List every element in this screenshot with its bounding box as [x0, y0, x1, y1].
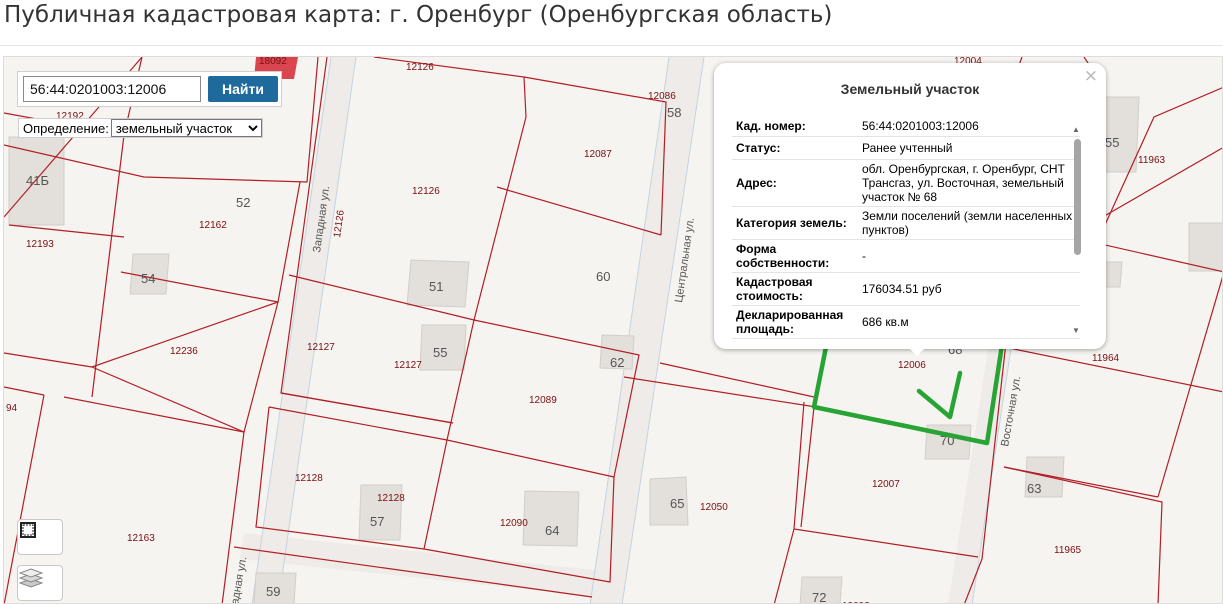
search-panel: Найти	[17, 71, 282, 107]
attr-value: Ранее учтенный	[858, 136, 1080, 160]
house-number: 41Б	[26, 173, 49, 188]
definition-row: Определение: земельный участок	[18, 118, 263, 138]
street-label: адная ул.	[229, 556, 249, 604]
attr-key: Адрес:	[732, 159, 858, 207]
parcel-label: 12128	[377, 493, 405, 504]
parcel-label: 12086	[648, 91, 676, 102]
attr-key: Декларированная площадь:	[732, 305, 858, 339]
parcel-label: 12050	[700, 502, 728, 513]
parcel-label: 11963	[1138, 155, 1166, 166]
attr-key: Статус:	[732, 136, 858, 160]
attr-key: Форма собственности:	[732, 239, 858, 273]
parcel-label: 12089	[529, 395, 557, 406]
parcel-attributes-table: Кад. номер: 56:44:0201003:12006 Статус: …	[732, 116, 1080, 339]
attr-value: -	[858, 239, 1080, 273]
house-number: 59	[266, 584, 280, 599]
house-number: 60	[596, 269, 610, 284]
layers-icon	[18, 568, 44, 588]
attr-value: 686 кв.м	[858, 305, 1080, 339]
popup-pointer	[906, 345, 928, 356]
definition-select[interactable]: земельный участок	[110, 119, 262, 137]
attr-value: обл. Оренбургская, г. Оренбург, СНТ Тран…	[858, 159, 1080, 207]
table-row: Адрес: обл. Оренбургская, г. Оренбург, С…	[732, 159, 1080, 207]
parcel-label: 12163	[127, 533, 155, 544]
parcel-label: 12127	[394, 360, 422, 371]
highlight-arrow	[916, 370, 963, 420]
house-number: 65	[670, 496, 684, 511]
attr-key: Кад. номер:	[732, 116, 858, 137]
parcel-label: 12006	[898, 360, 926, 371]
layers-button[interactable]	[17, 565, 63, 601]
parcel-label: 18092	[259, 57, 287, 67]
parcel-label: 12090	[500, 518, 528, 529]
house-number: 51	[429, 279, 443, 294]
scroll-up-icon[interactable]: ▲	[1072, 125, 1080, 134]
house-number: 58	[667, 105, 681, 120]
house-number: 72	[812, 590, 826, 604]
street-zapadnaya	[252, 57, 356, 603]
table-row: Декларированная площадь: 686 кв.м	[732, 305, 1080, 339]
title-divider	[0, 45, 1223, 46]
house-number: 63	[1027, 481, 1041, 496]
popup-title: Земельный участок	[840, 81, 980, 97]
parcel-label: 12087	[584, 149, 612, 160]
map-canvas[interactable]: 12192 12126 12086 12087 12126 12193 1216…	[3, 56, 1223, 604]
attr-value: 176034.51 руб	[858, 272, 1080, 306]
parcel-label: 12126	[406, 62, 434, 73]
cadastral-search-input[interactable]	[23, 76, 201, 102]
parcel-label: 12128	[295, 473, 323, 484]
attr-value: Земли поселений (земли населенных пункто…	[858, 206, 1080, 240]
table-row: Форма собственности: -	[732, 239, 1080, 273]
popup-scrollbar[interactable]: ▲ ▼	[1072, 125, 1082, 335]
table-row: Статус: Ранее учтенный	[732, 136, 1080, 160]
house-number: 62	[610, 355, 624, 370]
parcel-label: 12162	[199, 220, 227, 231]
definition-label: Определение:	[23, 120, 109, 136]
parcel-label: 11964	[1092, 353, 1120, 364]
table-row: Кадастровая стоимость: 176034.51 руб	[732, 272, 1080, 306]
parcel-label: 12193	[26, 239, 54, 250]
scroll-down-icon[interactable]: ▼	[1072, 326, 1080, 335]
house-number: 64	[545, 523, 559, 538]
scrollbar-thumb[interactable]	[1074, 139, 1081, 255]
parcel-label: 94	[6, 403, 18, 414]
house-number: 57	[370, 514, 384, 529]
parcel-label: 12126	[332, 209, 347, 239]
parcel-label: 12126	[412, 186, 440, 197]
table-row: Кад. номер: 56:44:0201003:12006	[732, 116, 1080, 137]
parcel-label: 12007	[872, 479, 900, 490]
parcel-info-popup: × Земельный участок Кад. номер: 56:44:02…	[714, 63, 1106, 356]
find-button[interactable]: Найти	[208, 76, 278, 102]
parcel-label: 11965	[1054, 545, 1082, 556]
map-view-button[interactable]	[17, 519, 63, 555]
house-number: 55	[433, 345, 447, 360]
table-row: Категория земель: Земли поселений (земли…	[732, 206, 1080, 240]
parcel-label: 12236	[170, 346, 198, 357]
house-number: 55	[1105, 135, 1119, 150]
page-title: Публичная кадастровая карта: г. Оренбург…	[4, 2, 833, 28]
house-number: 52	[236, 195, 250, 210]
house-number: 54	[141, 271, 155, 286]
attr-value: 56:44:0201003:12006	[858, 116, 1080, 137]
map-view-icon	[20, 522, 36, 538]
parcel-label: 12127	[307, 342, 335, 353]
attr-key: Категория земель:	[732, 206, 858, 240]
attr-key: Кадастровая стоимость:	[732, 272, 858, 306]
